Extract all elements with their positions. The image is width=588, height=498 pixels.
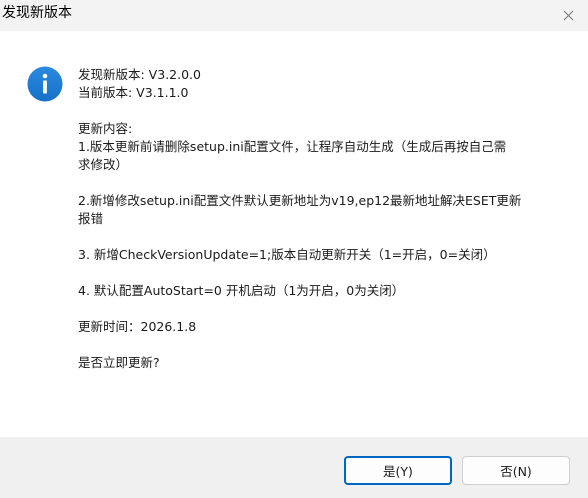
changelog-item-2-line-1: 2.新增修改setup.ini配置文件默认更新地址为v19,ep12最新地址解决…	[78, 193, 522, 208]
close-button[interactable]	[548, 0, 588, 31]
new-version-text: 发现新版本: V3.2.0.0	[78, 67, 201, 82]
changelog-item-2-line-2: 报错	[78, 211, 104, 226]
button-bar: 是(Y) 否(N)	[0, 437, 588, 498]
update-dialog: 发现新版本 发现新版本: V3.2.0.0 当前版本: V3.1.1.0 更新内…	[0, 0, 588, 498]
changelog-item-4: 4. 默认配置AutoStart=0 开机启动（1为开启，0为关闭）	[78, 283, 405, 298]
update-prompt: 是否立即更新?	[78, 355, 160, 370]
changelog-item-1-line-1: 1.版本更新前请删除setup.ini配置文件，让程序自动生成（生成后再按自己需	[78, 139, 507, 154]
changelog-item-3: 3. 新增CheckVersionUpdate=1;版本自动更新开关（1=开启，…	[78, 247, 496, 262]
yes-button[interactable]: 是(Y)	[344, 456, 452, 485]
current-version-text: 当前版本: V3.1.1.0	[78, 85, 189, 100]
close-icon	[563, 10, 574, 21]
dialog-content: 发现新版本: V3.2.0.0 当前版本: V3.1.1.0 更新内容: 1.版…	[0, 31, 588, 437]
title-bar: 发现新版本	[0, 0, 588, 31]
info-icon	[27, 66, 63, 102]
changelog-header: 更新内容:	[78, 121, 133, 136]
message-body: 发现新版本: V3.2.0.0 当前版本: V3.1.1.0 更新内容: 1.版…	[78, 66, 568, 372]
no-button[interactable]: 否(N)	[462, 456, 570, 485]
changelog-item-1-line-2: 求修改）	[78, 157, 129, 172]
update-time-text: 更新时间：2026.1.8	[78, 319, 197, 334]
window-title: 发现新版本	[2, 5, 72, 21]
